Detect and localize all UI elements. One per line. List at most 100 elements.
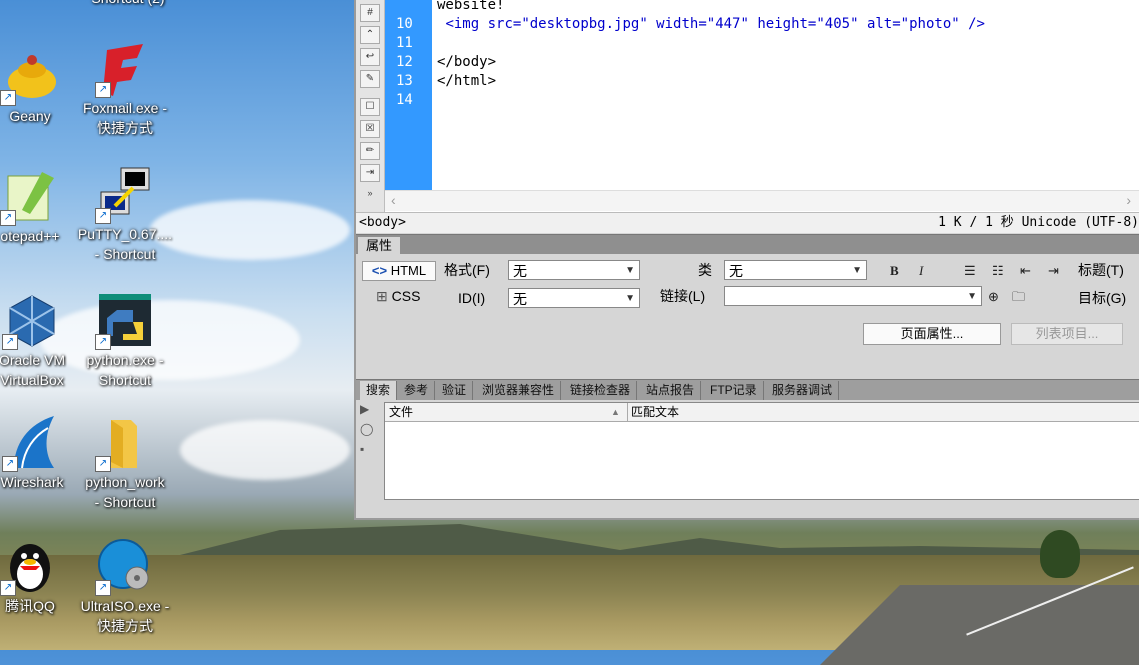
stop-icon[interactable]: ◯ xyxy=(360,422,380,442)
desktop-icon-putty[interactable]: ↗ PuTTY_0.67.... - Shortcut xyxy=(77,166,173,264)
column-match-text[interactable]: 匹配文本 xyxy=(627,403,679,421)
collapse-icon[interactable]: ⌃ xyxy=(360,26,380,44)
remove-comment-icon[interactable]: ☒ xyxy=(360,120,380,138)
results-header: 文件 ▲ 匹配文本 xyxy=(385,403,1139,422)
tag-selector[interactable]: <body> xyxy=(359,213,406,233)
code-line-10: <img src="desktopbg.jpg" width="447" hei… xyxy=(445,16,985,32)
link-label: 链接(L) xyxy=(660,288,706,304)
desktop-icon-foxmail[interactable]: ↗ Foxmail.exe - 快捷方式 xyxy=(77,40,173,138)
shortcut-arrow-icon: ↗ xyxy=(0,580,16,596)
qq-penguin-icon: ↗ xyxy=(0,538,58,596)
css-mode-button[interactable]: ⊞ CSS xyxy=(376,286,420,306)
tab-search[interactable]: 搜索 xyxy=(360,381,398,400)
code-icon: <> xyxy=(371,263,388,278)
desktop-icon-python[interactable]: ↗ python.exe - Shortcut xyxy=(77,292,173,390)
status-bar: <body> 1 K / 1 秒 Unicode (UTF-8) xyxy=(356,212,1139,233)
code-line: website! xyxy=(437,0,505,13)
geany-icon: ↗ xyxy=(0,48,58,106)
status-info: 1 K / 1 秒 Unicode (UTF-8) xyxy=(938,215,1139,230)
html-mode-button[interactable]: <> HTML xyxy=(362,261,436,281)
scroll-left-icon[interactable]: ‹ xyxy=(391,192,396,208)
css-icon: ⊞ xyxy=(376,288,388,304)
line-number: 10 xyxy=(396,16,413,32)
icon-label: Shortcut (2) xyxy=(80,0,176,8)
properties-tab[interactable]: 属性 xyxy=(358,237,401,255)
icon-label: Oracle VM xyxy=(0,352,66,368)
scroll-right-icon[interactable]: › xyxy=(1126,192,1131,208)
desktop-icon-geany[interactable]: ↗ Geany xyxy=(0,48,78,126)
point-to-file-icon[interactable]: ⊕ xyxy=(988,288,999,306)
desktop-icon-notepadpp[interactable]: ↗ otepad++ xyxy=(0,168,78,246)
desktop-icon-qq[interactable]: ↗ 腾讯QQ xyxy=(0,538,78,616)
format-label: 格式(F) xyxy=(444,262,490,278)
comment-icon[interactable]: ☐ xyxy=(360,98,380,116)
class-label: 类 xyxy=(698,262,712,278)
indent-icon[interactable]: ⇥ xyxy=(360,164,380,182)
tab-validation[interactable]: 验证 xyxy=(436,381,474,400)
id-select[interactable]: 无 ▼ xyxy=(508,288,640,308)
id-label: ID(I) xyxy=(458,290,486,306)
format-select[interactable]: 无 ▼ xyxy=(508,260,640,280)
code-text[interactable]: website! <img src="desktopbg.jpg" width=… xyxy=(437,0,1137,91)
column-file[interactable]: 文件 xyxy=(389,403,413,421)
shortcut-arrow-icon: ↗ xyxy=(95,456,111,472)
icon-label: otepad++ xyxy=(0,228,60,244)
page-properties-button[interactable]: 页面属性... xyxy=(863,323,1001,345)
indent-icon[interactable]: ⇥ xyxy=(1048,262,1059,280)
shortcut-arrow-icon: ↗ xyxy=(2,456,18,472)
tab-site-reports[interactable]: 站点报告 xyxy=(640,381,702,400)
class-select[interactable]: 无 ▼ xyxy=(724,260,867,280)
properties-panel-header[interactable]: 属性 xyxy=(356,234,1139,255)
virtualbox-icon: ↗ xyxy=(2,292,60,350)
desktop-icon-wireshark[interactable]: ↗ Wireshark xyxy=(0,414,80,492)
tab-browser-compat[interactable]: 浏览器兼容性 xyxy=(476,381,562,400)
line-number: 11 xyxy=(396,35,413,51)
tab-server-debug[interactable]: 服务器调试 xyxy=(766,381,840,400)
more-tools-icon[interactable]: » xyxy=(356,188,384,198)
bold-button[interactable]: B xyxy=(890,262,899,280)
icon-label: PuTTY_0.67.... xyxy=(77,226,173,242)
code-line-13: </html> xyxy=(437,73,497,89)
italic-button[interactable]: I xyxy=(919,262,923,280)
python-icon: ↗ xyxy=(95,292,153,350)
save-icon[interactable]: ▪ xyxy=(360,442,380,462)
desktop-icon-ultraiso[interactable]: ↗ UltraISO.exe - 快捷方式 xyxy=(77,538,173,636)
code-line-12: </body> xyxy=(437,54,497,70)
shortcut-arrow-icon: ↗ xyxy=(2,334,18,350)
desktop-icon-virtualbox[interactable]: ↗ Oracle VM VirtualBox xyxy=(0,292,80,390)
hills xyxy=(160,524,1139,560)
chevron-down-icon: ▼ xyxy=(625,293,635,304)
list-item-button[interactable]: 列表项目... xyxy=(1011,323,1123,345)
notepadpp-icon: ↗ xyxy=(0,168,58,226)
code-pane[interactable]: # ⌃ ↩ ✎ ☐ ☒ ✏ ⇥ » 10 11 12 13 14 website… xyxy=(356,0,1139,212)
expand-tag-icon[interactable]: # xyxy=(360,4,380,22)
results-panel: ▶ ◯ ▪ 文件 ▲ 匹配文本 xyxy=(356,400,1139,516)
icon-label: python.exe - xyxy=(86,352,164,368)
play-icon[interactable]: ▶ xyxy=(360,402,380,422)
outdent-icon[interactable]: ⇤ xyxy=(1020,262,1031,280)
pencil-icon[interactable]: ✏ xyxy=(360,142,380,160)
sort-asc-icon[interactable]: ▲ xyxy=(611,403,620,421)
tab-link-checker[interactable]: 链接检查器 xyxy=(564,381,638,400)
tab-ftp-log[interactable]: FTP记录 xyxy=(704,381,764,400)
desktop-icon-python-work[interactable]: ↗ python_work - Shortcut xyxy=(77,414,173,512)
icon-label: UltraISO.exe - xyxy=(80,598,170,614)
icon-label: 快捷方式 xyxy=(97,618,153,634)
line-number: 12 xyxy=(396,54,413,70)
browse-folder-icon[interactable]: 🗀 xyxy=(1012,288,1025,306)
link-input[interactable]: ▼ xyxy=(724,286,982,306)
line-number-gutter: 10 11 12 13 14 xyxy=(385,0,432,190)
results-table[interactable]: 文件 ▲ 匹配文本 xyxy=(384,402,1139,500)
unordered-list-icon[interactable]: ☰ xyxy=(964,262,976,280)
ordered-list-icon[interactable]: ☷ xyxy=(992,262,1004,280)
line-number: 14 xyxy=(396,92,413,108)
tab-reference[interactable]: 参考 xyxy=(398,381,436,400)
desktop-icon-shortcut-2[interactable]: Shortcut (2) xyxy=(80,0,176,8)
folder-icon: ↗ xyxy=(95,414,153,472)
wrap-icon[interactable]: ↩ xyxy=(360,48,380,66)
horizontal-scrollbar[interactable]: ‹ › xyxy=(385,190,1139,211)
shortcut-arrow-icon: ↗ xyxy=(95,334,111,350)
icon-label: Shortcut xyxy=(98,372,152,388)
highlight-icon[interactable]: ✎ xyxy=(360,70,380,88)
